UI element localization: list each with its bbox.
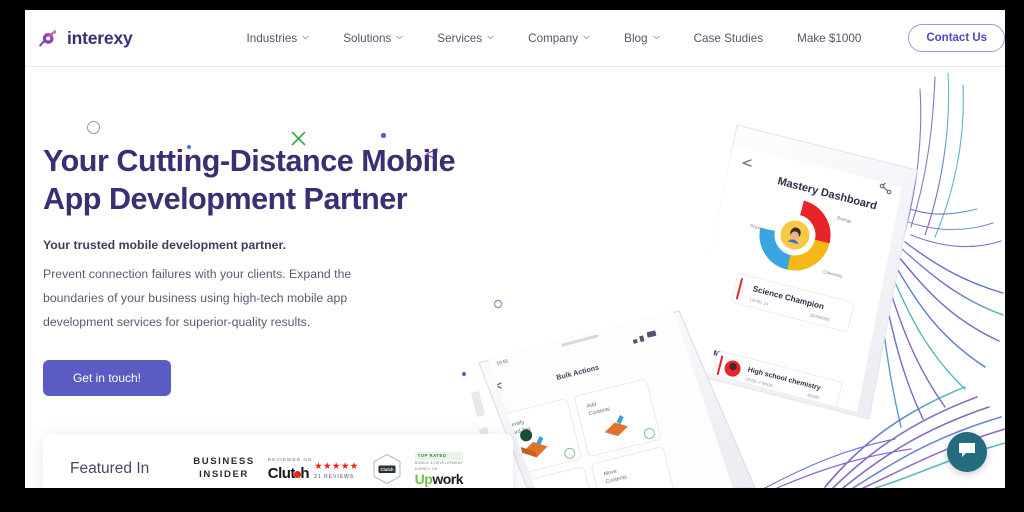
decor-circle xyxy=(87,121,100,134)
bi-line-2: INSIDER xyxy=(199,468,249,480)
nav-item-case-studies[interactable]: Case Studies xyxy=(677,32,781,45)
webpage: interexy Industries Solutions Services C… xyxy=(25,10,1005,488)
svg-text:40/180: 40/180 xyxy=(797,428,811,436)
clutch-dot-icon xyxy=(294,471,301,478)
hero-artwork: Mastery Dashboard Physics Biology Chemis… xyxy=(465,67,1005,488)
clutch-rating-logo[interactable]: REVIEWED ON Clut h ★★★★★ 21 REVIEWS xyxy=(268,457,359,481)
chevron-down-icon xyxy=(396,34,403,41)
nav-item-services[interactable]: Services xyxy=(420,32,511,45)
featured-in-bar: Featured In BUSINESS INSIDER REVIEWED ON… xyxy=(43,434,513,488)
chat-widget-button[interactable] xyxy=(947,432,987,472)
bi-line-1: BUSINESS xyxy=(193,456,255,468)
hero-copy: Your Cutting-Distance Mobile App Develop… xyxy=(43,143,493,396)
hero-body: Prevent connection failures with your cl… xyxy=(43,267,352,329)
get-in-touch-button[interactable]: Get in touch! xyxy=(43,359,171,396)
chat-bubble-icon xyxy=(957,441,977,464)
featured-in-label: Featured In xyxy=(70,460,150,477)
upwork-name-u: Up xyxy=(414,471,433,488)
upwork-top-rated-badge[interactable]: TOP RATED MOBILE & DEVELOPMENT AGENCY ON… xyxy=(414,451,464,488)
svg-text:Clutch: Clutch xyxy=(380,467,393,472)
contact-us-button[interactable]: Contact Us xyxy=(908,24,1005,52)
chevron-down-icon xyxy=(302,34,309,41)
nav-label: Blog xyxy=(624,31,648,45)
headline-line-1: Your Cutting-Distance Mobile xyxy=(43,144,456,178)
svg-text:High school physics: High school physics xyxy=(737,402,805,426)
chevron-down-icon xyxy=(653,34,660,41)
nav-label: Make $1000 xyxy=(797,31,862,45)
nav-label: Case Studies xyxy=(693,31,764,45)
upwork-top-rated-label: TOP RATED xyxy=(414,451,464,460)
headline-line-2: App Development Partner xyxy=(43,181,408,216)
decor-dot xyxy=(381,133,386,138)
brand-name: interexy xyxy=(67,27,133,48)
nav-item-solutions[interactable]: Solutions xyxy=(326,32,420,45)
featured-logos: BUSINESS INSIDER REVIEWED ON Clut h ★★★★★… xyxy=(193,451,464,488)
nav-item-company[interactable]: Company xyxy=(511,32,607,45)
nav-label: Solutions xyxy=(343,31,392,45)
upwork-top-line: TOP RATED xyxy=(417,453,447,459)
upwork-wordmark: Upwork xyxy=(414,471,464,488)
decor-ring xyxy=(494,300,502,308)
upwork-name-rest: work xyxy=(432,471,464,488)
star-rating-icon: ★★★★★ xyxy=(314,460,359,472)
svg-text:LEVEL 2 NINJA: LEVEL 2 NINJA xyxy=(735,412,764,424)
nav-item-blog[interactable]: Blog xyxy=(607,32,676,45)
clutch-stars-block: ★★★★★ 21 REVIEWS xyxy=(314,462,359,481)
interexy-logo-icon xyxy=(37,28,58,49)
brand-logo[interactable]: interexy xyxy=(37,28,133,49)
clutch-name-post: h xyxy=(300,464,310,482)
page-title: Your Cutting-Distance Mobile App Develop… xyxy=(43,143,493,218)
nav-label: Services xyxy=(437,31,483,45)
screenshot-frame: interexy Industries Solutions Services C… xyxy=(0,0,1024,512)
clutch-hexagon-badge-icon[interactable]: Clutch xyxy=(372,453,402,485)
nav-item-industries[interactable]: Industries xyxy=(230,32,327,45)
clutch-name-pre: Clut xyxy=(267,464,296,482)
nav-label: Industries xyxy=(246,31,298,45)
site-header: interexy Industries Solutions Services C… xyxy=(25,10,1005,67)
main-navigation: Industries Solutions Services Company Bl… xyxy=(230,32,879,45)
business-insider-logo[interactable]: BUSINESS INSIDER xyxy=(193,456,254,481)
hero-section: Mastery Dashboard Physics Biology Chemis… xyxy=(25,67,1005,488)
chevron-down-icon xyxy=(487,34,494,41)
nav-item-make-1000[interactable]: Make $1000 xyxy=(780,32,878,45)
nav-label: Company xyxy=(528,31,579,45)
upwork-sub-line-1: MOBILE & DEVELOPMENT xyxy=(414,461,464,466)
hero-lead: Your trusted mobile development partner. xyxy=(43,238,287,252)
clutch-review-count: 21 REVIEWS xyxy=(314,473,355,480)
phones-and-fibers-illustration: Mastery Dashboard Physics Biology Chemis… xyxy=(471,72,1005,488)
clutch-wordmark: Clut h xyxy=(267,464,310,482)
chevron-down-icon xyxy=(583,34,590,41)
